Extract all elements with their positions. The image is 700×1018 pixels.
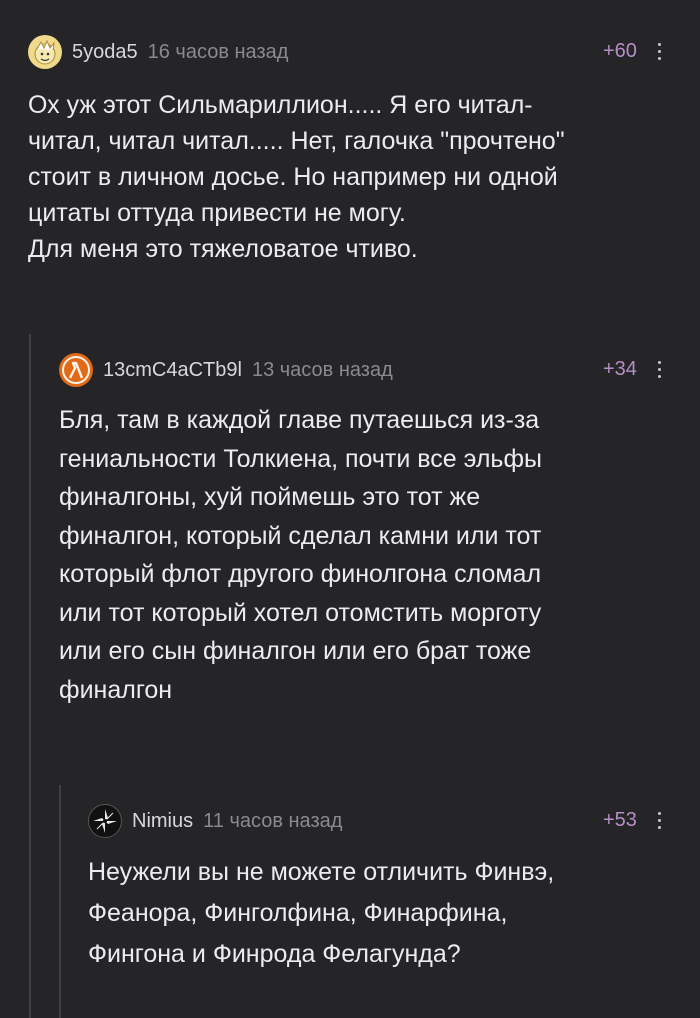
comment-2: 13cmC4aCTb9l 13 часов назад +34 Бля, там… <box>59 353 679 709</box>
avatar[interactable] <box>59 353 93 387</box>
rating: +60 <box>603 40 637 62</box>
rating: +53 <box>603 809 637 831</box>
comment-time: 13 часов назад <box>251 358 393 381</box>
username[interactable]: 5yoda5 <box>72 41 138 64</box>
more-options-icon[interactable] <box>654 41 664 63</box>
avatar[interactable] <box>28 35 62 69</box>
comment-time: 11 часов назад <box>203 809 343 832</box>
comment-header: 5yoda5 16 часов назад +60 <box>28 35 678 69</box>
comment-header: Nimius 11 часов назад +53 <box>88 804 678 838</box>
username[interactable]: 13cmC4aCTb9l <box>103 359 242 382</box>
comment-text: Неужели вы не можете отличить Финвэ, Феа… <box>88 858 555 968</box>
thread-line-level-2[interactable] <box>59 785 61 1018</box>
more-options-icon[interactable] <box>654 810 664 832</box>
cartoon-face-icon <box>34 39 56 65</box>
comment-text: Бля, там в каждой главе путаешься из-за … <box>59 406 542 704</box>
comment-3: Nimius 11 часов назад +53 Неужели вы не … <box>88 804 678 975</box>
comment-1: 5yoda5 16 часов назад +60 Ох уж этот Сил… <box>28 35 678 267</box>
avatar[interactable] <box>88 804 122 838</box>
more-options-icon[interactable] <box>654 359 664 381</box>
lambda-icon <box>62 356 90 384</box>
comments-page: 5yoda5 16 часов назад +60 Ох уж этот Сил… <box>0 0 700 1018</box>
shuriken-icon <box>93 809 117 833</box>
comment-text: Ох уж этот Сильмариллион..... Я его чита… <box>28 91 565 263</box>
comment-time: 16 часов назад <box>147 40 289 63</box>
thread-line-level-1[interactable] <box>29 334 31 1018</box>
comment-header: 13cmC4aCTb9l 13 часов назад +34 <box>59 353 679 387</box>
rating: +34 <box>603 358 637 380</box>
username[interactable]: Nimius <box>132 810 193 833</box>
